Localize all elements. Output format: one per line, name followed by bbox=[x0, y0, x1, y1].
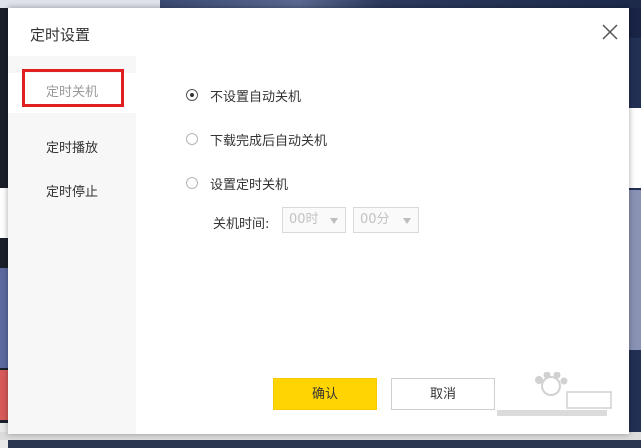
sidebar-item-label: 定时停止 bbox=[45, 185, 98, 200]
hour-select-value: 00时 bbox=[289, 212, 319, 227]
chevron-down-icon bbox=[403, 218, 411, 224]
background-block bbox=[629, 8, 641, 38]
timer-settings-dialog: 定时设置 定时关机 定时播放 定时停止 不设置自动关机 下载完成后自动关机 设置… bbox=[8, 8, 629, 434]
close-icon bbox=[602, 24, 618, 40]
shutdown-time-label: 关机时间: bbox=[213, 217, 270, 232]
background-block bbox=[0, 370, 8, 420]
option-no-auto-shutdown[interactable]: 不设置自动关机 bbox=[186, 85, 301, 105]
sidebar-item-label: 定时播放 bbox=[45, 141, 98, 156]
watermark-logo-icon bbox=[497, 372, 612, 416]
background-app-left bbox=[0, 8, 8, 448]
background-block bbox=[629, 108, 641, 188]
chevron-down-icon bbox=[330, 218, 338, 224]
background-block bbox=[0, 268, 8, 368]
cancel-button[interactable]: 取消 bbox=[391, 378, 495, 410]
sidebar-item-label: 定时关机 bbox=[45, 85, 98, 100]
hour-select[interactable]: 00时 bbox=[282, 207, 346, 233]
background-block bbox=[0, 188, 8, 238]
sidebar: 定时关机 定时播放 定时停止 bbox=[8, 56, 136, 434]
background-block bbox=[629, 190, 641, 350]
confirm-button[interactable]: 确认 bbox=[273, 378, 377, 410]
background-app-right bbox=[629, 8, 641, 440]
dialog-title: 定时设置 bbox=[30, 26, 91, 44]
sidebar-item-timed-stop[interactable]: 定时停止 bbox=[8, 180, 136, 206]
minute-select-value: 00分 bbox=[360, 212, 390, 227]
option-label: 设置定时关机 bbox=[210, 177, 289, 193]
option-label: 下载完成后自动关机 bbox=[210, 133, 328, 149]
sidebar-item-timed-shutdown[interactable]: 定时关机 bbox=[8, 73, 136, 113]
option-label: 不设置自动关机 bbox=[210, 89, 302, 105]
radio-button[interactable] bbox=[186, 177, 198, 189]
minute-select[interactable]: 00分 bbox=[353, 207, 419, 233]
radio-button[interactable] bbox=[186, 133, 198, 145]
sidebar-item-timed-play[interactable]: 定时播放 bbox=[8, 136, 136, 162]
background-app-strip bbox=[0, 0, 641, 8]
close-button[interactable] bbox=[599, 21, 621, 43]
radio-button-checked[interactable] bbox=[186, 89, 198, 101]
option-scheduled-shutdown[interactable]: 设置定时关机 bbox=[186, 173, 288, 193]
option-shutdown-after-download[interactable]: 下载完成后自动关机 bbox=[186, 129, 327, 149]
